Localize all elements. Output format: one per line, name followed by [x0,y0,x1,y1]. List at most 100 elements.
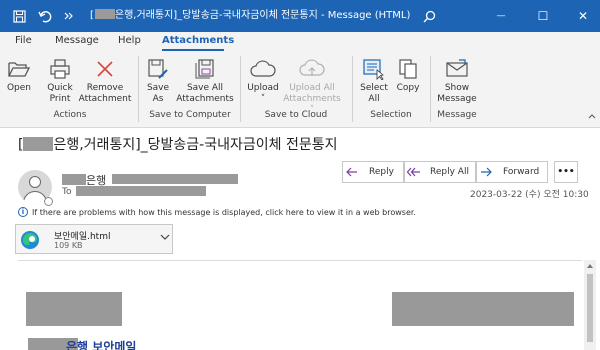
reply-all-icon [405,167,423,177]
save-as-button[interactable]: Save As [144,55,172,105]
message-date: 2023-03-22 (수) 오전 10:30 [470,190,589,200]
open-button[interactable]: Open [6,55,32,94]
select-all-label-2: All [368,94,380,104]
message-subject: [은행,거래통지]_당발송금-국내자금이체 전문통지 [18,134,337,154]
select-all-icon [358,55,390,83]
reply-button[interactable]: Reply [342,161,404,183]
redacted-block [62,174,86,185]
ribbon: Open Quick Print Remove Attachment Actio… [0,52,600,128]
save-as-label-1: Save [146,83,170,93]
quick-print-label-1: Quick [47,83,73,93]
group-separator [430,56,431,122]
reply-all-label: Reply All [430,167,469,177]
reply-label: Reply [369,167,394,177]
quick-print-button[interactable]: Quick Print [42,55,78,105]
group-label-save-to-cloud: Save to Cloud [264,110,328,120]
title-bracket: [ [90,10,94,21]
group-label-selection: Selection [370,110,412,120]
forward-button[interactable]: Forward [476,161,548,183]
undo-icon[interactable] [34,0,56,32]
upload-label-text: Upload [247,83,279,93]
collapse-ribbon-icon[interactable] [588,112,596,122]
group-separator [352,56,353,122]
group-separator [138,56,139,122]
chevron-down-icon[interactable] [160,233,170,244]
show-message-button[interactable]: Show Message [436,55,478,105]
active-tab-indicator [162,49,224,51]
restore-icon: ☐ [537,9,549,23]
title-bar: [은행,거래통지]_당발송금-국내자금이체 전문통지 - Message (HT… [0,0,600,32]
group-label-message: Message [437,110,477,120]
save-as-label-2: As [152,94,164,104]
show-message-label-1: Show [444,83,470,93]
more-commands-icon[interactable] [58,0,80,32]
save-icon[interactable] [8,0,30,32]
redacted-block [392,292,574,326]
save-all-attachments-button[interactable]: Save All Attachments [176,55,234,105]
subject-text: 은행,거래통지]_당발송금-국내자금이체 전문통지 [53,137,338,153]
ribbon-tabs: File Message Help Attachments [0,32,600,52]
group-label-save-to-computer: Save to Computer [149,110,231,120]
remove-label-1: Remove [86,83,124,93]
save-all-icon [176,55,234,83]
upload-all-label-1: Upload All [289,83,335,93]
tab-file[interactable]: File [15,35,32,46]
body-heading: 은행 보안메일 [66,340,137,350]
printer-icon [42,55,78,83]
tab-attachments[interactable]: Attachments [162,35,234,46]
close-button[interactable]: ✕ [568,0,598,32]
save-as-icon [144,55,172,83]
copy-icon [394,55,422,83]
window-title: [은행,거래통지]_당발송금-국내자금이체 전문통지 - Message (HT… [90,0,410,32]
copy-button[interactable]: Copy [394,55,422,94]
restore-button[interactable]: ☐ [528,0,558,32]
search-icon[interactable] [418,6,440,26]
copy-label: Copy [396,83,420,93]
cloud-icon [246,55,280,83]
forward-icon [477,167,495,177]
remove-label-2: Attachment [78,94,132,104]
select-all-button[interactable]: Select All [358,55,390,105]
remove-x-icon [78,55,132,83]
to-label: To [62,187,72,197]
more-actions-button[interactable]: ••• [554,161,578,183]
minimize-button[interactable]: — [486,0,516,32]
cloud-upload-icon [282,55,342,83]
select-all-label-1: Select [360,83,388,93]
upload-all-attachments-button: Upload All Attachments ˅ [282,55,342,116]
redacted-block [26,292,122,326]
upload-button[interactable]: Upload ˅ [246,55,280,105]
redacted-block [94,9,115,19]
open-label: Open [6,83,32,93]
attachment-size: 109 KB [54,241,83,250]
folder-open-icon [6,55,32,83]
reply-icon [343,167,361,177]
attachment-chip[interactable]: 보안메일.html 109 KB [15,224,173,254]
group-separator [240,56,241,122]
redacted-recipient [76,186,206,196]
group-label-actions: Actions [53,110,87,120]
remove-attachment-button[interactable]: Remove Attachment [78,55,132,105]
redacted-block [23,137,54,151]
tab-message[interactable]: Message [55,35,99,46]
forward-label: Forward [503,167,540,177]
envelope-icon [436,55,478,83]
tab-help[interactable]: Help [118,35,141,46]
edge-browser-icon [20,230,40,253]
upload-label: Upload ˅ [247,83,279,104]
scrollbar-thumb[interactable] [587,274,593,342]
presence-status-icon [44,197,53,206]
save-all-label-1: Save All [186,83,224,93]
reply-all-button[interactable]: Reply All [404,161,476,183]
redacted-sender-address [112,174,238,184]
info-bar[interactable]: i If there are problems with how this me… [18,207,416,217]
info-bar-text: If there are problems with how this mess… [32,207,416,217]
show-message-label-2: Message [437,94,477,104]
avatar-head [29,176,41,188]
scroll-up-icon[interactable] [586,262,594,270]
more-icon: ••• [557,167,575,177]
info-icon: i [18,207,28,217]
upload-all-label-2-text: Attachments [283,94,341,104]
save-all-label-2: Attachments [176,94,234,104]
quick-print-label-2: Print [49,94,71,104]
